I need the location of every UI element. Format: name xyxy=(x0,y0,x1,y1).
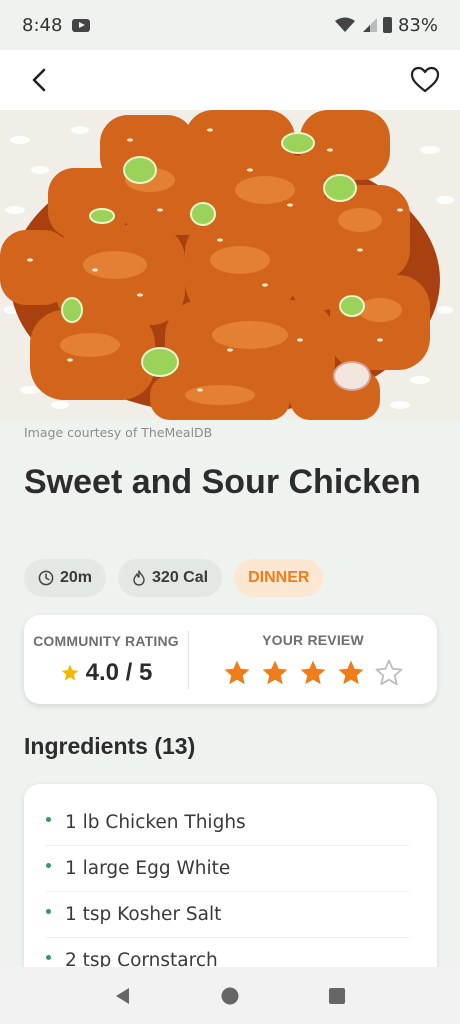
your-review-label: YOUR REVIEW xyxy=(262,631,364,648)
status-left: 8:48 xyxy=(22,14,91,36)
bullet-icon xyxy=(46,817,51,822)
clock-icon xyxy=(38,570,54,586)
ingredient-item: 1 tsp Kosher Salt xyxy=(46,892,409,938)
nav-back-button[interactable] xyxy=(113,986,133,1006)
ingredient-text: 1 lb Chicken Thighs xyxy=(65,812,246,833)
nav-home-button[interactable] xyxy=(220,986,240,1006)
ingredient-text: 1 tsp Kosher Salt xyxy=(65,904,222,925)
star-filled-icon[interactable] xyxy=(260,658,290,688)
recipe-meta-chips: 20m 320 Cal DINNER xyxy=(24,559,324,597)
battery-icon xyxy=(382,17,392,33)
ingredients-list: 1 lb Chicken Thighs 1 large Egg White 1 … xyxy=(24,784,437,984)
recipe-hero-image xyxy=(0,110,460,420)
app-bar xyxy=(0,50,460,110)
bullet-icon xyxy=(46,909,51,914)
status-time: 8:48 xyxy=(22,14,63,36)
community-rating-label: COMMUNITY RATING xyxy=(33,632,179,649)
ingredient-item: 1 lb Chicken Thighs xyxy=(46,800,409,846)
community-rating: COMMUNITY RATING 4.0 / 5 xyxy=(24,633,188,687)
bullet-icon xyxy=(46,955,51,960)
flame-icon xyxy=(133,570,145,586)
ingredient-text: 1 large Egg White xyxy=(65,858,231,879)
time-chip: 20m xyxy=(24,559,107,597)
battery-level: 83% xyxy=(397,14,438,36)
time-value: 20m xyxy=(60,569,93,586)
review-star-rating xyxy=(222,658,404,688)
rating-card: COMMUNITY RATING 4.0 / 5 YOUR REVIEW xyxy=(24,615,437,704)
star-filled-icon[interactable] xyxy=(222,658,252,688)
community-rating-value: 4.0 / 5 xyxy=(85,658,153,686)
star-outline-icon[interactable] xyxy=(374,658,404,688)
star-filled-icon xyxy=(61,664,78,680)
bullet-icon xyxy=(46,863,51,868)
favorite-heart-button[interactable] xyxy=(410,66,440,94)
ingredient-item: 1 large Egg White xyxy=(46,846,409,892)
wifi-icon xyxy=(334,17,355,32)
recipe-title: Sweet and Sour Chicken xyxy=(24,463,421,501)
back-button[interactable] xyxy=(28,67,50,93)
ingredients-heading: Ingredients (13) xyxy=(24,733,196,759)
star-filled-icon[interactable] xyxy=(298,658,328,688)
status-right: 83% xyxy=(334,14,438,36)
image-credit: Image courtesy of TheMealDB xyxy=(24,425,213,440)
your-review: YOUR REVIEW xyxy=(189,632,437,688)
community-rating-value-row: 4.0 / 5 xyxy=(60,658,153,687)
nav-recents-button[interactable] xyxy=(327,986,347,1006)
system-nav-bar xyxy=(0,967,460,1024)
calories-value: 320 Cal xyxy=(152,569,209,586)
calories-chip: 320 Cal xyxy=(118,559,223,597)
status-bar: 8:48 83% xyxy=(0,0,460,50)
category-chip: DINNER xyxy=(234,559,324,597)
youtube-notification-icon xyxy=(72,18,91,32)
signal-icon xyxy=(362,18,377,32)
star-filled-icon[interactable] xyxy=(336,658,366,688)
category-value: DINNER xyxy=(248,569,310,586)
